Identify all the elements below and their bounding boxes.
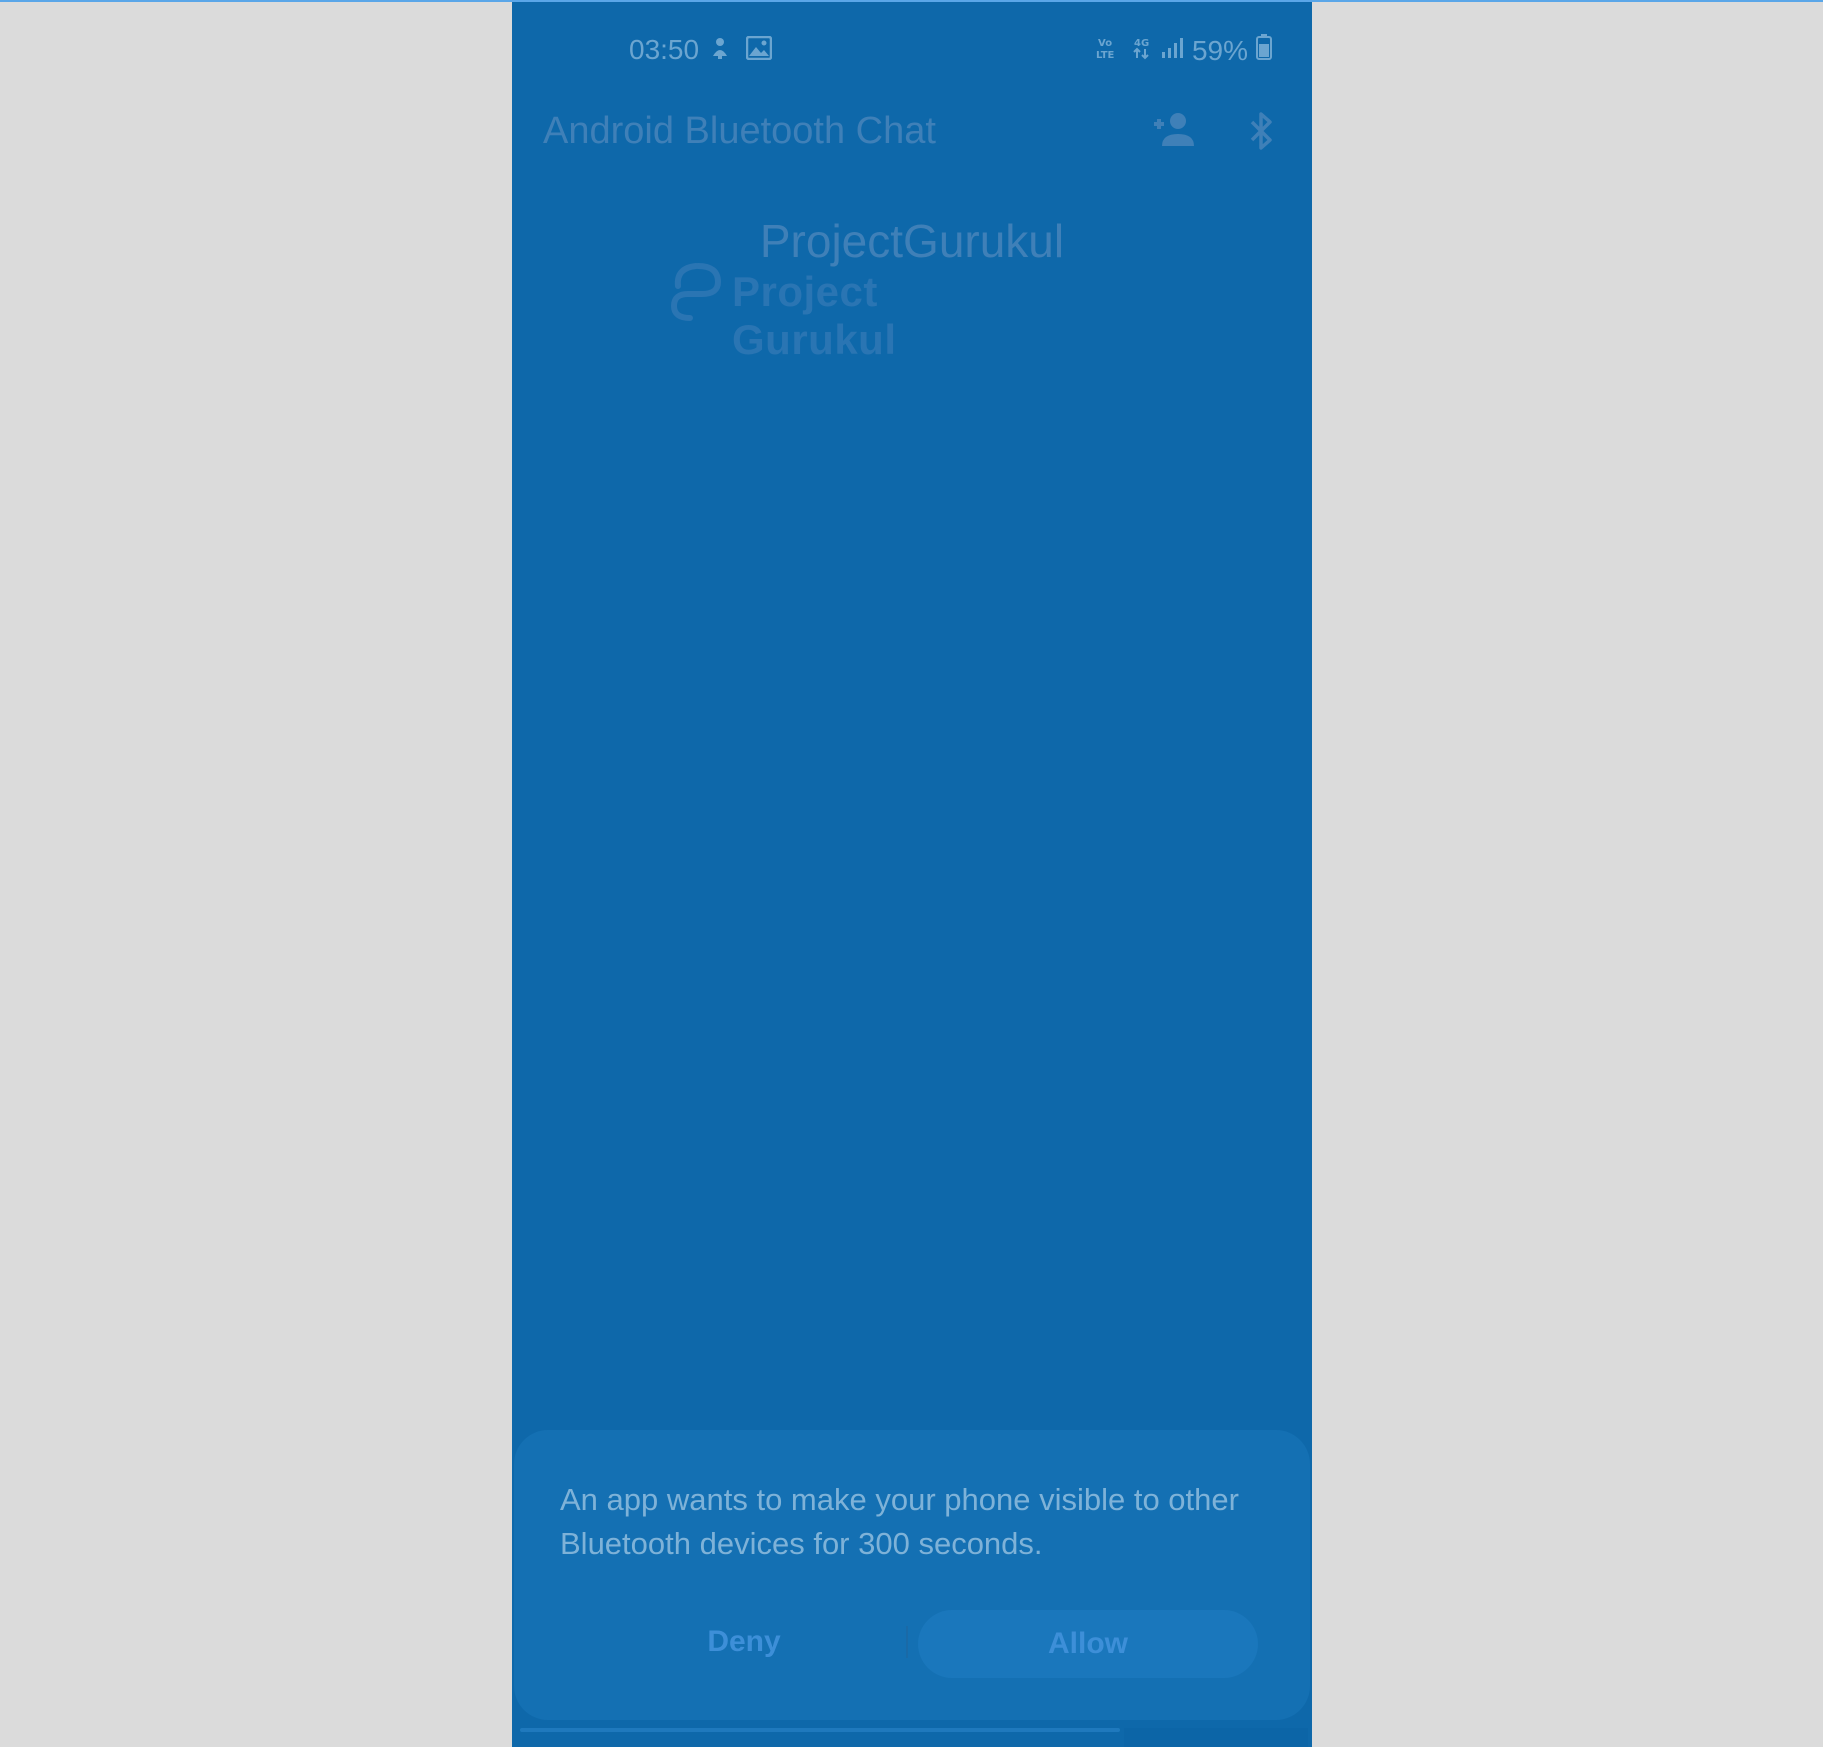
svg-text:4G: 4G — [1134, 38, 1149, 49]
svg-text:LTE: LTE — [1096, 50, 1115, 60]
gesture-nav-bar — [520, 1728, 1120, 1732]
bluetooth-visibility-dialog: An app wants to make your phone visible … — [514, 1430, 1310, 1720]
battery-icon — [1256, 34, 1272, 67]
allow-button[interactable]: Allow — [918, 1610, 1258, 1678]
signal-bars-icon — [1160, 35, 1184, 67]
phone-screen: 03:50 Vo LTE 4G 59% Android Bluetooth Ch… — [512, 2, 1312, 1747]
brand-logo: Project Gurukul — [662, 260, 1042, 363]
nav-bar-segment — [1124, 1728, 1308, 1747]
app-title: Android Bluetooth Chat — [543, 110, 936, 152]
brand-logo-text: Project Gurukul — [732, 268, 897, 363]
bluetooth-icon[interactable] — [1248, 110, 1276, 157]
brand-logo-icon — [670, 263, 722, 321]
battery-percent: 59% — [1191, 34, 1248, 66]
4g-data-icon: 4G — [1132, 35, 1152, 67]
volte-icon: Vo LTE — [1096, 35, 1124, 67]
button-divider — [906, 1626, 908, 1658]
image-icon — [745, 35, 773, 65]
status-time: 03:50 — [629, 34, 700, 65]
svg-text:Vo: Vo — [1098, 38, 1112, 49]
dialog-message: An app wants to make your phone visible … — [560, 1482, 1239, 1561]
person-upload-icon — [710, 36, 730, 65]
deny-button[interactable]: Deny — [644, 1610, 844, 1674]
add-person-icon[interactable] — [1150, 110, 1196, 155]
status-indicators: Vo LTE 4G 59% — [1096, 34, 1272, 67]
